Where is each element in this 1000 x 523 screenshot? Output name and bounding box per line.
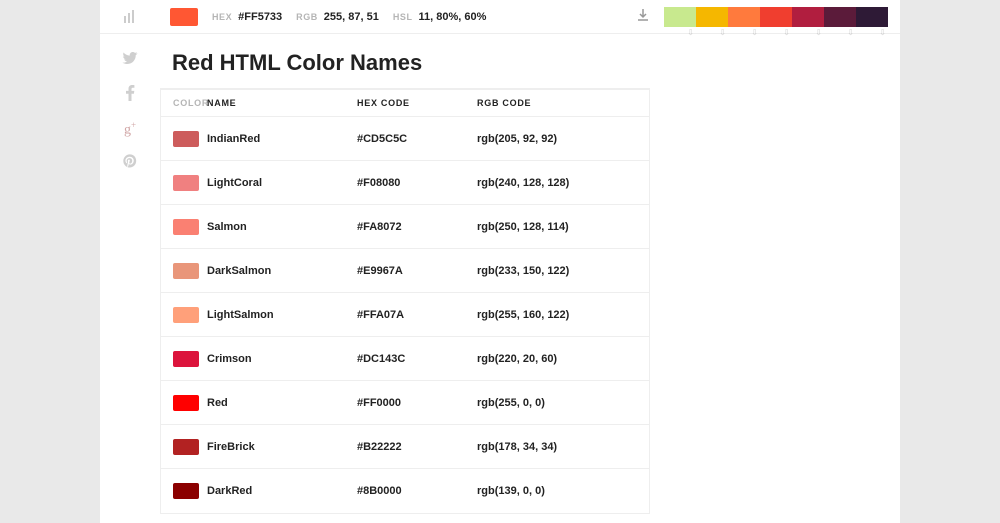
hex-label: HEX [212, 12, 232, 22]
download-mini-icon[interactable]: ⇩ [879, 28, 886, 37]
hex-value: #FF5733 [238, 11, 282, 23]
palette-swatch-5[interactable]: ⇩ [824, 7, 856, 27]
row-rgb: rgb(220, 20, 60) [477, 353, 649, 365]
hsl-value: 11, 80%, 60% [418, 11, 486, 23]
download-mini-icon[interactable]: ⇩ [687, 28, 694, 37]
row-swatch [161, 307, 207, 323]
row-hex: #FF0000 [357, 397, 477, 409]
row-name: DarkRed [207, 485, 357, 497]
row-name: Crimson [207, 353, 357, 365]
row-swatch [161, 263, 207, 279]
table-row[interactable]: DarkSalmon#E9967Argb(233, 150, 122) [161, 249, 649, 293]
row-hex: #8B0000 [357, 485, 477, 497]
page-title: Red HTML Color Names [160, 44, 650, 88]
hsl-group: HSL 11, 80%, 60% [393, 11, 487, 23]
row-rgb: rgb(255, 160, 122) [477, 309, 649, 321]
row-hex: #CD5C5C [357, 133, 477, 145]
row-rgb: rgb(255, 0, 0) [477, 397, 649, 409]
twitter-icon[interactable] [122, 50, 138, 71]
main-panel: Red HTML Color Names COLOR NAME HEX CODE… [160, 0, 650, 523]
row-swatch [161, 131, 207, 147]
palette-swatch-0[interactable]: ⇩ [664, 7, 696, 27]
row-name: LightCoral [207, 177, 357, 189]
palette-swatch-2[interactable]: ⇩ [728, 7, 760, 27]
table-header: COLOR NAME HEX CODE RGB CODE [161, 89, 649, 117]
row-name: IndianRed [207, 133, 357, 145]
row-hex: #F08080 [357, 177, 477, 189]
hsl-label: HSL [393, 12, 413, 22]
hex-group: HEX #FF5733 [212, 11, 282, 23]
row-name: Red [207, 397, 357, 409]
table-row[interactable]: Crimson#DC143Crgb(220, 20, 60) [161, 337, 649, 381]
download-mini-icon[interactable]: ⇩ [815, 28, 822, 37]
palette-swatch-3[interactable]: ⇩ [760, 7, 792, 27]
row-hex: #B22222 [357, 441, 477, 453]
header-color: COLOR [161, 98, 207, 108]
pinterest-icon[interactable] [122, 153, 138, 174]
table-row[interactable]: Salmon#FA8072rgb(250, 128, 114) [161, 205, 649, 249]
row-rgb: rgb(139, 0, 0) [477, 485, 649, 497]
table-row[interactable]: Red#FF0000rgb(255, 0, 0) [161, 381, 649, 425]
palette: ⇩⇩⇩⇩⇩⇩⇩ [664, 7, 900, 27]
row-swatch [161, 483, 207, 499]
row-swatch [161, 351, 207, 367]
rgb-group: RGB 255, 87, 51 [296, 11, 379, 23]
table-row[interactable]: IndianRed#CD5C5Crgb(205, 92, 92) [161, 117, 649, 161]
row-hex: #DC143C [357, 353, 477, 365]
row-rgb: rgb(233, 150, 122) [477, 265, 649, 277]
download-icon[interactable] [622, 8, 664, 25]
facebook-icon[interactable] [125, 85, 135, 106]
palette-swatch-4[interactable]: ⇩ [792, 7, 824, 27]
row-hex: #E9967A [357, 265, 477, 277]
row-hex: #FFA07A [357, 309, 477, 321]
header-hex: HEX CODE [357, 98, 477, 108]
table-row[interactable]: LightSalmon#FFA07Argb(255, 160, 122) [161, 293, 649, 337]
row-name: FireBrick [207, 441, 357, 453]
googleplus-icon[interactable]: g+ [124, 120, 136, 139]
row-name: LightSalmon [207, 309, 357, 321]
share-column: g+ [100, 0, 160, 523]
download-mini-icon[interactable]: ⇩ [751, 28, 758, 37]
palette-swatch-1[interactable]: ⇩ [696, 7, 728, 27]
stats-icon[interactable] [100, 10, 160, 24]
row-swatch [161, 175, 207, 191]
download-mini-icon[interactable]: ⇩ [783, 28, 790, 37]
rgb-label: RGB [296, 12, 318, 22]
download-mini-icon[interactable]: ⇩ [719, 28, 726, 37]
row-hex: #FA8072 [357, 221, 477, 233]
row-swatch [161, 219, 207, 235]
topbar: HEX #FF5733 RGB 255, 87, 51 HSL 11, 80%,… [100, 0, 900, 34]
row-rgb: rgb(178, 34, 34) [477, 441, 649, 453]
palette-swatch-6[interactable]: ⇩ [856, 7, 888, 27]
row-rgb: rgb(205, 92, 92) [477, 133, 649, 145]
row-swatch [161, 395, 207, 411]
rgb-value: 255, 87, 51 [324, 11, 379, 23]
row-rgb: rgb(240, 128, 128) [477, 177, 649, 189]
header-rgb: RGB CODE [477, 98, 649, 108]
header-name: NAME [207, 98, 357, 108]
main-color-swatch [170, 8, 198, 26]
download-mini-icon[interactable]: ⇩ [847, 28, 854, 37]
color-table: COLOR NAME HEX CODE RGB CODE IndianRed#C… [160, 88, 650, 514]
table-row[interactable]: DarkRed#8B0000rgb(139, 0, 0) [161, 469, 649, 513]
table-row[interactable]: LightCoral#F08080rgb(240, 128, 128) [161, 161, 649, 205]
row-name: Salmon [207, 221, 357, 233]
row-name: DarkSalmon [207, 265, 357, 277]
row-swatch [161, 439, 207, 455]
row-rgb: rgb(250, 128, 114) [477, 221, 649, 233]
table-row[interactable]: FireBrick#B22222rgb(178, 34, 34) [161, 425, 649, 469]
